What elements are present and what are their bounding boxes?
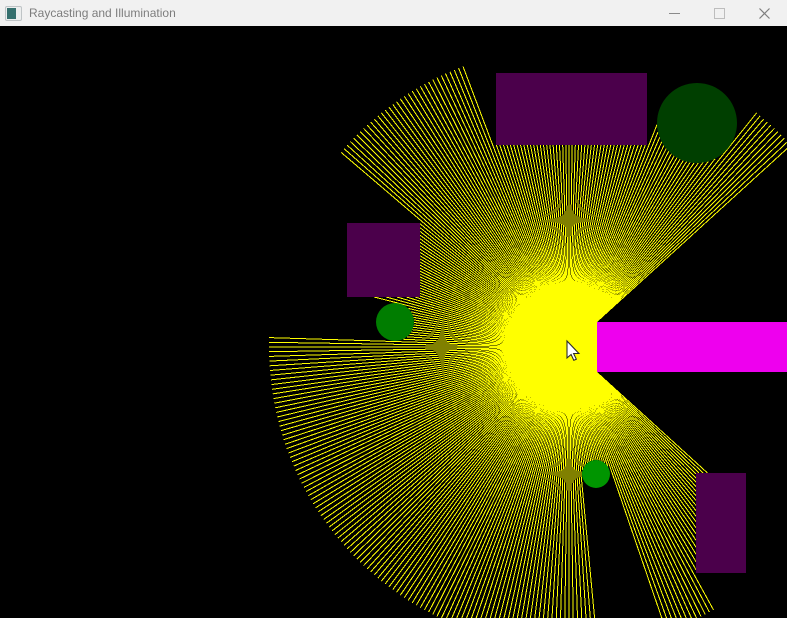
close-icon [759,7,770,19]
light-ray [568,346,697,541]
window-controls [652,0,787,26]
obstacle-circle [657,83,737,163]
scene [268,66,787,618]
light-ray [568,158,716,348]
light-ray [568,121,768,348]
light-ray [568,162,691,348]
minimize-button[interactable] [652,0,697,26]
obstacle-rect [597,322,787,372]
raycasting-canvas[interactable] [0,26,787,618]
light-ray [384,346,570,585]
app-window-icon-fill [7,7,16,19]
light-ray [568,151,670,348]
titlebar[interactable]: Raycasting and Illumination [0,0,787,26]
maximize-icon [714,7,725,19]
obstacle-circle [376,303,414,341]
maximize-button[interactable] [697,0,742,26]
light-ray [568,124,658,348]
app-window-icon[interactable] [5,5,22,21]
light-ray [568,141,787,348]
obstacle-rect [696,473,746,573]
app-window: Raycasting and Illumination [0,0,787,618]
obstacle-rect [496,73,647,145]
obstacle-rect [347,223,420,297]
light-ray [568,115,761,348]
minimize-icon [669,12,680,14]
light-ray [331,346,570,532]
window-title: Raycasting and Illumination [29,6,176,20]
close-button[interactable] [742,0,787,26]
obstacle-circle [582,460,610,488]
